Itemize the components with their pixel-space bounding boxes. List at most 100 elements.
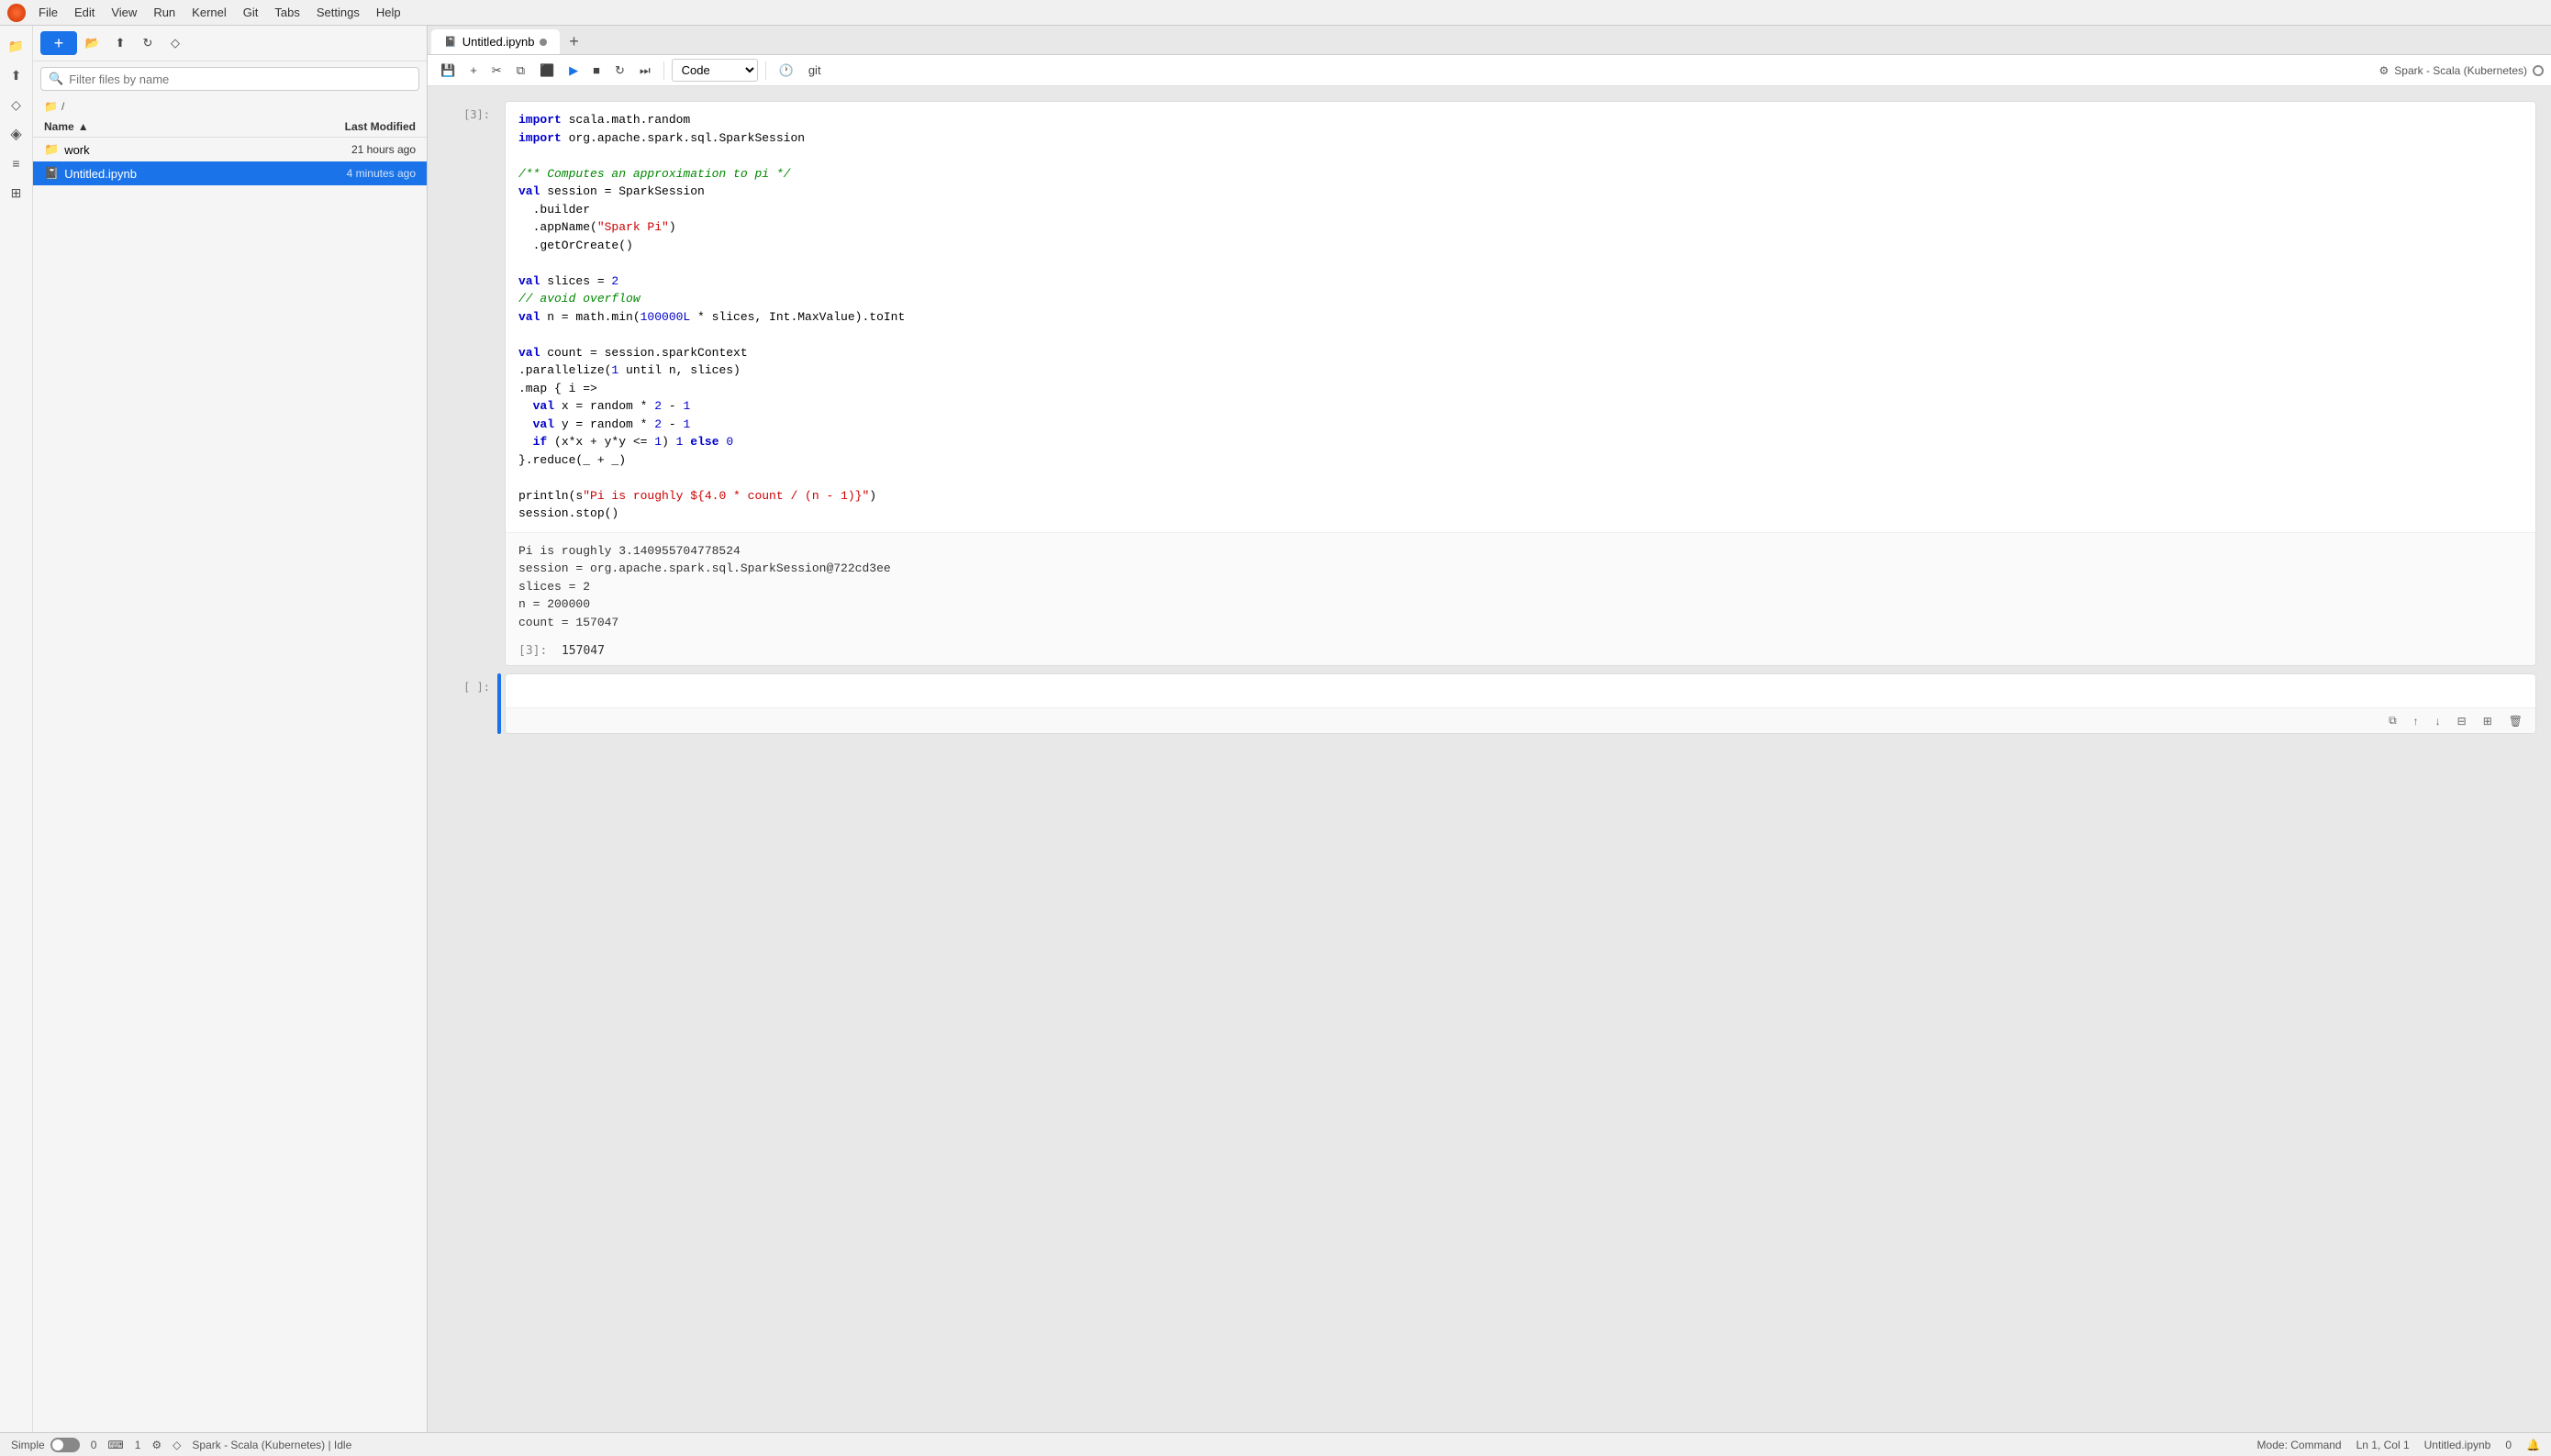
cell-result-1: [3]: 157047 xyxy=(506,640,2535,665)
notebook-toolbar: 💾 + ✂ ⧉ ⬛ ▶ ■ ↻ ⏭ Code Markdown Raw 🕐 gi… xyxy=(428,55,2551,86)
cell-copy-button[interactable]: ⧉ xyxy=(2383,712,2402,729)
sort-arrow-icon: ▲ xyxy=(78,120,89,133)
tab-title: Untitled.ipynb xyxy=(462,35,535,49)
paste-cell-button[interactable]: ⬛ xyxy=(534,60,560,82)
breadcrumb: 📁 / xyxy=(33,96,427,117)
menu-run[interactable]: Run xyxy=(146,4,183,21)
menu-help[interactable]: Help xyxy=(369,4,408,21)
status-icon-2: ⚙ xyxy=(151,1439,162,1451)
cell-body-1[interactable]: import scala.math.random import org.apac… xyxy=(505,101,2536,666)
column-name-header[interactable]: Name ▲ xyxy=(44,120,306,133)
mode-display: Mode: Command xyxy=(2257,1439,2342,1451)
cell-output-1: Pi is roughly 3.140955704778524 session … xyxy=(506,532,2535,641)
search-box[interactable]: 🔍 xyxy=(40,67,419,91)
notebook-item-icon: 📓 xyxy=(44,166,59,181)
cell-merge-button[interactable]: ⊟ xyxy=(2452,713,2472,729)
upload-button[interactable]: ⬆ xyxy=(108,31,132,55)
file-list-header: Name ▲ Last Modified xyxy=(33,117,427,138)
menu-view[interactable]: View xyxy=(104,4,144,21)
sidebar-git-icon[interactable]: ◇ xyxy=(4,92,29,117)
restart-button[interactable]: ↻ xyxy=(609,60,630,82)
cell-move-down-button[interactable]: ↓ xyxy=(2430,713,2446,729)
list-item[interactable]: 📁 work 21 hours ago xyxy=(33,138,427,161)
sidebar-upload-icon[interactable]: ⬆ xyxy=(4,62,29,88)
folder-item-icon: 📁 xyxy=(44,142,59,157)
alert-count: 0 xyxy=(2505,1439,2512,1451)
gear-icon: ⚙ xyxy=(2379,64,2389,77)
toggle-thumb xyxy=(52,1439,63,1450)
file-name-notebook: Untitled.ipynb xyxy=(64,167,306,181)
cell-indicator-2 xyxy=(497,673,501,734)
menu-git[interactable]: Git xyxy=(236,4,266,21)
git-toolbar-button[interactable]: git xyxy=(803,60,827,81)
notebook-content: [3]: import scala.math.random import org… xyxy=(428,86,2551,1432)
file-panel: + 📂 ⬆ ↻ ◇ 🔍 📁 / Name ▲ Last Modified 📁 w… xyxy=(33,26,428,1432)
kernel-status-indicator xyxy=(2533,65,2544,76)
clock-button[interactable]: 🕐 xyxy=(774,60,799,82)
notebook-area: 📓 Untitled.ipynb + 💾 + ✂ ⧉ ⬛ ▶ ■ ↻ ⏭ Cod… xyxy=(428,26,2551,1432)
file-modified-work: 21 hours ago xyxy=(306,143,416,156)
toggle-track[interactable] xyxy=(50,1438,80,1452)
sidebar-files-icon[interactable]: 📁 xyxy=(4,33,29,59)
cursor-position: Ln 1, Col 1 xyxy=(2356,1439,2410,1451)
app-logo xyxy=(7,4,26,22)
status-bar: Simple 0 ⌨ 1 ⚙ ◇ Spark - Scala (Kubernet… xyxy=(0,1432,2551,1456)
save-button[interactable]: 💾 xyxy=(435,60,461,82)
cell-gutter-1: [3]: xyxy=(442,101,497,666)
bell-icon: 🔔 xyxy=(2526,1439,2540,1451)
list-item[interactable]: 📓 Untitled.ipynb 4 minutes ago xyxy=(33,161,427,185)
status-zero: 0 xyxy=(91,1439,97,1451)
new-file-button[interactable]: + xyxy=(40,31,77,55)
copy-cell-button[interactable]: ⧉ xyxy=(511,60,530,82)
cell-body-2[interactable]: ⧉ ↑ ↓ ⊟ ⊞ 🗑 xyxy=(505,673,2536,734)
cell-split-button[interactable]: ⊞ xyxy=(2478,713,2498,729)
status-left: Simple 0 ⌨ 1 ⚙ ◇ Spark - Scala (Kubernet… xyxy=(11,1438,351,1452)
cell-gutter-2: [ ]: xyxy=(442,673,497,734)
execution-count-1: [3]: xyxy=(463,108,490,121)
kernel-name: Spark - Scala (Kubernetes) xyxy=(2394,64,2527,77)
git-button[interactable]: ◇ xyxy=(163,31,187,55)
menubar: File Edit View Run Kernel Git Tabs Setti… xyxy=(0,0,2551,26)
menu-file[interactable]: File xyxy=(31,4,65,21)
add-tab-button[interactable]: + xyxy=(562,30,585,54)
notebook-tab[interactable]: 📓 Untitled.ipynb xyxy=(431,29,560,54)
sidebar-tags-icon[interactable]: ◈ xyxy=(4,121,29,147)
stop-button[interactable]: ■ xyxy=(587,60,606,81)
fast-forward-button[interactable]: ⏭ xyxy=(634,60,656,82)
cell-move-up-button[interactable]: ↑ xyxy=(2408,713,2424,729)
kernel-status: ⚙ Spark - Scala (Kubernetes) xyxy=(2379,64,2545,77)
search-input[interactable] xyxy=(69,72,411,86)
file-name-work: work xyxy=(64,143,306,157)
column-modified-header[interactable]: Last Modified xyxy=(306,120,416,133)
execution-count-2: [ ]: xyxy=(463,681,490,694)
simple-toggle[interactable]: Simple xyxy=(11,1438,80,1452)
tab-unsaved-indicator xyxy=(540,39,547,46)
menu-kernel[interactable]: Kernel xyxy=(184,4,234,21)
cell-delete-button[interactable]: 🗑 xyxy=(2503,713,2528,729)
cell-input-2[interactable] xyxy=(506,674,2535,707)
run-cell-button[interactable]: ▶ xyxy=(563,60,584,82)
menu-edit[interactable]: Edit xyxy=(67,4,102,21)
file-modified-notebook: 4 minutes ago xyxy=(306,167,416,180)
add-cell-button[interactable]: + xyxy=(464,60,483,81)
search-icon: 🔍 xyxy=(49,72,63,86)
status-right: Mode: Command Ln 1, Col 1 Untitled.ipynb… xyxy=(2257,1439,2540,1451)
icon-sidebar: 📁 ⬆ ◇ ◈ ≡ ⊞ xyxy=(0,26,33,1432)
sidebar-toc-icon[interactable]: ≡ xyxy=(4,150,29,176)
browse-button[interactable]: 📂 xyxy=(81,31,105,55)
simple-label: Simple xyxy=(11,1439,45,1451)
refresh-button[interactable]: ↻ xyxy=(136,31,160,55)
file-toolbar: + 📂 ⬆ ↻ ◇ xyxy=(33,26,427,61)
kernel-status-text: Spark - Scala (Kubernetes) | Idle xyxy=(192,1439,351,1451)
toolbar-divider-1 xyxy=(663,61,664,80)
breadcrumb-path[interactable]: / xyxy=(61,100,64,113)
notebook-tab-icon: 📓 xyxy=(444,36,457,48)
file-list: 📁 work 21 hours ago 📓 Untitled.ipynb 4 m… xyxy=(33,138,427,1432)
menu-tabs[interactable]: Tabs xyxy=(267,4,306,21)
status-icon-1: ⌨ xyxy=(107,1439,123,1451)
sidebar-extensions-icon[interactable]: ⊞ xyxy=(4,180,29,206)
cell-input-1[interactable]: import scala.math.random import org.apac… xyxy=(506,102,2535,532)
menu-settings[interactable]: Settings xyxy=(309,4,367,21)
cut-cell-button[interactable]: ✂ xyxy=(486,60,507,82)
cell-type-select[interactable]: Code Markdown Raw xyxy=(672,59,758,82)
